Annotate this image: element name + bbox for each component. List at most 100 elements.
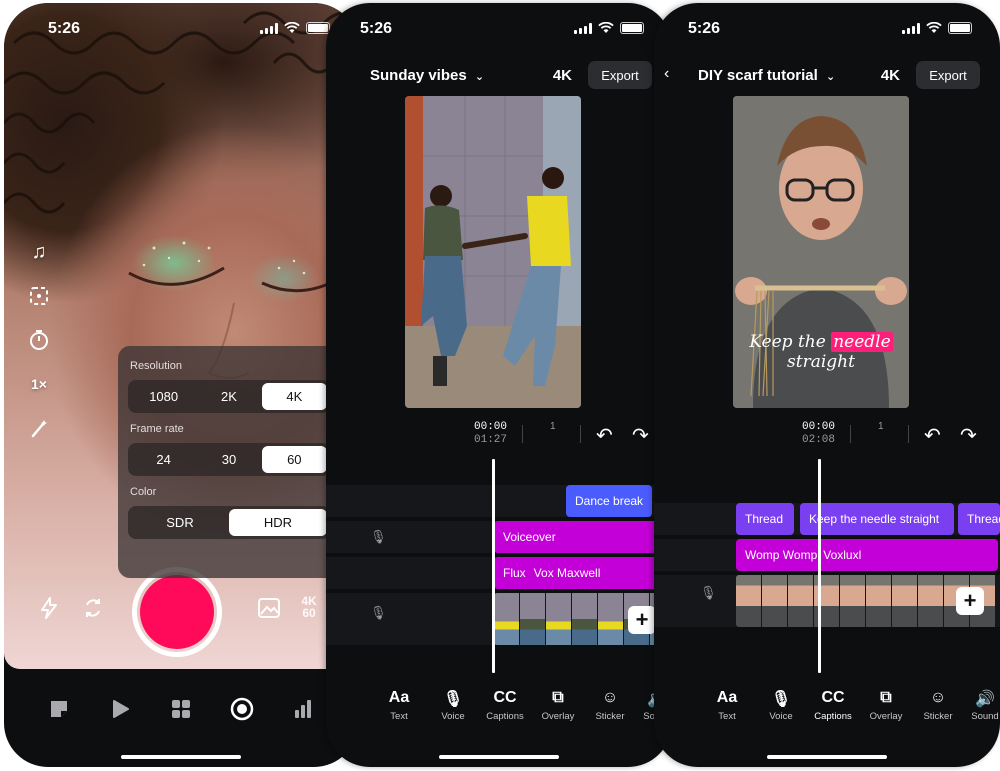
add-voice-icon[interactable]: 🎙	[370, 529, 387, 545]
video-preview-frame	[405, 96, 581, 408]
frame-rate-option-24[interactable]: 24	[131, 446, 196, 473]
add-clip-button[interactable]: +	[628, 606, 656, 634]
status-icons	[902, 22, 972, 34]
add-audio-icon[interactable]: 🎙	[700, 585, 717, 601]
resolution-segmented-control: 1080 2K 4K	[128, 380, 330, 413]
timer-icon[interactable]	[26, 327, 52, 353]
play-icon[interactable]	[104, 693, 136, 725]
voice-tool[interactable]: 🎙 Voice	[756, 689, 806, 722]
sticker-tool[interactable]: ☺ Sticker	[913, 689, 963, 722]
home-indicator	[439, 755, 559, 759]
resolution-option-4k[interactable]: 4K	[261, 383, 327, 410]
magic-wand-icon[interactable]	[26, 415, 52, 441]
resolution-option-2k[interactable]: 2K	[196, 383, 261, 410]
voice-tool[interactable]: 🎙 Voice	[428, 689, 478, 722]
color-segmented-control: SDR HDR	[128, 506, 330, 539]
undo-icon[interactable]: ↶	[596, 423, 613, 448]
undo-icon[interactable]: ↶	[924, 423, 941, 448]
record-button-core	[140, 575, 214, 649]
gallery-icon[interactable]	[254, 593, 284, 623]
sticker-icon[interactable]	[43, 693, 75, 725]
frame-rate-label: Frame rate	[130, 423, 184, 435]
resolution-label[interactable]: 4K	[881, 67, 900, 84]
color-option-hdr[interactable]: HDR	[229, 509, 327, 536]
captions-icon: CC	[493, 689, 517, 706]
music-note-icon[interactable]: ♫	[26, 239, 52, 265]
editor-phone-sunday-vibes: 5:26 Sunday vibes ⌄ 4K Export 00:00 01:2…	[326, 3, 672, 767]
resolution-option-1080[interactable]: 1080	[131, 383, 196, 410]
grid-icon[interactable]	[165, 693, 197, 725]
timeline-tick-label: 1	[550, 421, 556, 432]
flip-camera-icon[interactable]	[78, 593, 108, 623]
timecode-row: 00:00 02:08 1 ↶ ↷	[654, 421, 1000, 451]
title-clip-dance-break[interactable]: Dance break	[566, 485, 652, 517]
music-clip-title: Flux	[503, 566, 526, 580]
frame-rate-option-30[interactable]: 30	[196, 446, 261, 473]
current-time: 00:00	[474, 421, 508, 433]
timeline[interactable]: Dance break 🎙 Voiceover Flux Vox Maxwell…	[326, 451, 672, 667]
project-title-dropdown[interactable]: Sunday vibes ⌄	[370, 67, 484, 84]
chevron-down-icon: ⌄	[825, 71, 836, 83]
timecode-row: 00:00 01:27 1 ↶ ↷	[326, 421, 672, 451]
sound-tool[interactable]: 🔊 Sound	[960, 689, 1000, 722]
text-tool-label: Text	[718, 711, 736, 722]
back-chevron-icon[interactable]: ‹	[664, 65, 669, 83]
audio-clip[interactable]: Womp Womp Voxluxl	[736, 539, 998, 571]
caption-clip-thread[interactable]: Thread	[736, 503, 794, 535]
captions-tool[interactable]: CC Captions	[808, 689, 858, 722]
status-bar: 5:26	[654, 3, 1000, 51]
audio-clip-artist: Voxluxl	[823, 548, 862, 562]
overlay-icon: ⧉	[552, 689, 564, 706]
speed-icon[interactable]: 1×	[26, 371, 52, 397]
caption-clip-thread-2[interactable]: Thread	[958, 503, 1000, 535]
status-time: 5:26	[360, 20, 393, 37]
framing-icon[interactable]	[26, 283, 52, 309]
playhead[interactable]	[492, 459, 495, 673]
caption-highlight-word: needle	[831, 332, 893, 352]
add-clip-button[interactable]: +	[956, 587, 984, 615]
text-tool[interactable]: Aa Text	[702, 689, 752, 722]
voice-tool-label: Voice	[441, 711, 465, 722]
audio-clip-title: Womp Womp	[745, 548, 818, 562]
flash-icon[interactable]	[34, 593, 64, 623]
redo-icon[interactable]: ↷	[960, 423, 977, 448]
project-title: Sunday vibes	[370, 67, 467, 84]
editor-phone-diy-scarf: 5:26 ‹ DIY scarf tutorial ⌄ 4K Export Ke…	[654, 3, 1000, 767]
frame-rate-option-60[interactable]: 60	[261, 446, 327, 473]
project-title-dropdown[interactable]: DIY scarf tutorial ⌄	[698, 67, 835, 84]
caption-text-end: straight	[787, 352, 855, 372]
timeline-tick	[522, 425, 523, 443]
redo-icon[interactable]: ↷	[632, 423, 649, 448]
record-button[interactable]	[132, 567, 222, 657]
music-clip[interactable]: Flux Vox Maxwell	[494, 557, 672, 589]
playhead[interactable]	[818, 459, 821, 673]
caption-overlay[interactable]: Keep the needle straight	[733, 332, 909, 372]
timeline-tick	[580, 425, 581, 443]
timeline[interactable]: Thread Keep the needle straight Thread W…	[654, 451, 1000, 667]
caption-clip-keep-the-needle-straight[interactable]: Keep the needle straight	[800, 503, 954, 535]
editor-toolbar: Aa Text 🎙 Voice CC Captions ⧉ Overlay ☺ Stick…	[654, 689, 1000, 729]
voiceover-clip[interactable]: Voiceover	[494, 521, 672, 553]
add-audio-icon[interactable]: 🎙	[370, 605, 387, 621]
video-preview[interactable]: Keep the needle straight	[733, 96, 909, 408]
overlay-tool[interactable]: ⧉ Overlay	[861, 689, 911, 722]
overlay-tool[interactable]: ⧉ Overlay	[533, 689, 583, 722]
video-preview[interactable]	[405, 96, 581, 408]
color-option-sdr[interactable]: SDR	[131, 509, 229, 536]
export-button[interactable]: Export	[916, 61, 980, 89]
camera-record-icon[interactable]	[226, 693, 258, 725]
stats-icon[interactable]	[287, 693, 319, 725]
export-button[interactable]: Export	[588, 61, 652, 89]
cellular-signal-icon	[902, 22, 920, 34]
captions-tool-label: Captions	[486, 711, 524, 722]
wifi-icon	[926, 22, 942, 33]
cellular-signal-icon	[574, 22, 592, 34]
sticker-tool[interactable]: ☺ Sticker	[585, 689, 635, 722]
format-badge[interactable]: 4K 60	[294, 595, 324, 619]
captions-tool[interactable]: CC Captions	[480, 689, 530, 722]
home-indicator	[121, 755, 241, 759]
resolution-label[interactable]: 4K	[553, 67, 572, 84]
capture-settings-panel: Resolution 1080 2K 4K Frame rate 24 30 6…	[118, 346, 340, 578]
voice-tool-label: Voice	[769, 711, 793, 722]
text-tool[interactable]: Aa Text	[374, 689, 424, 722]
